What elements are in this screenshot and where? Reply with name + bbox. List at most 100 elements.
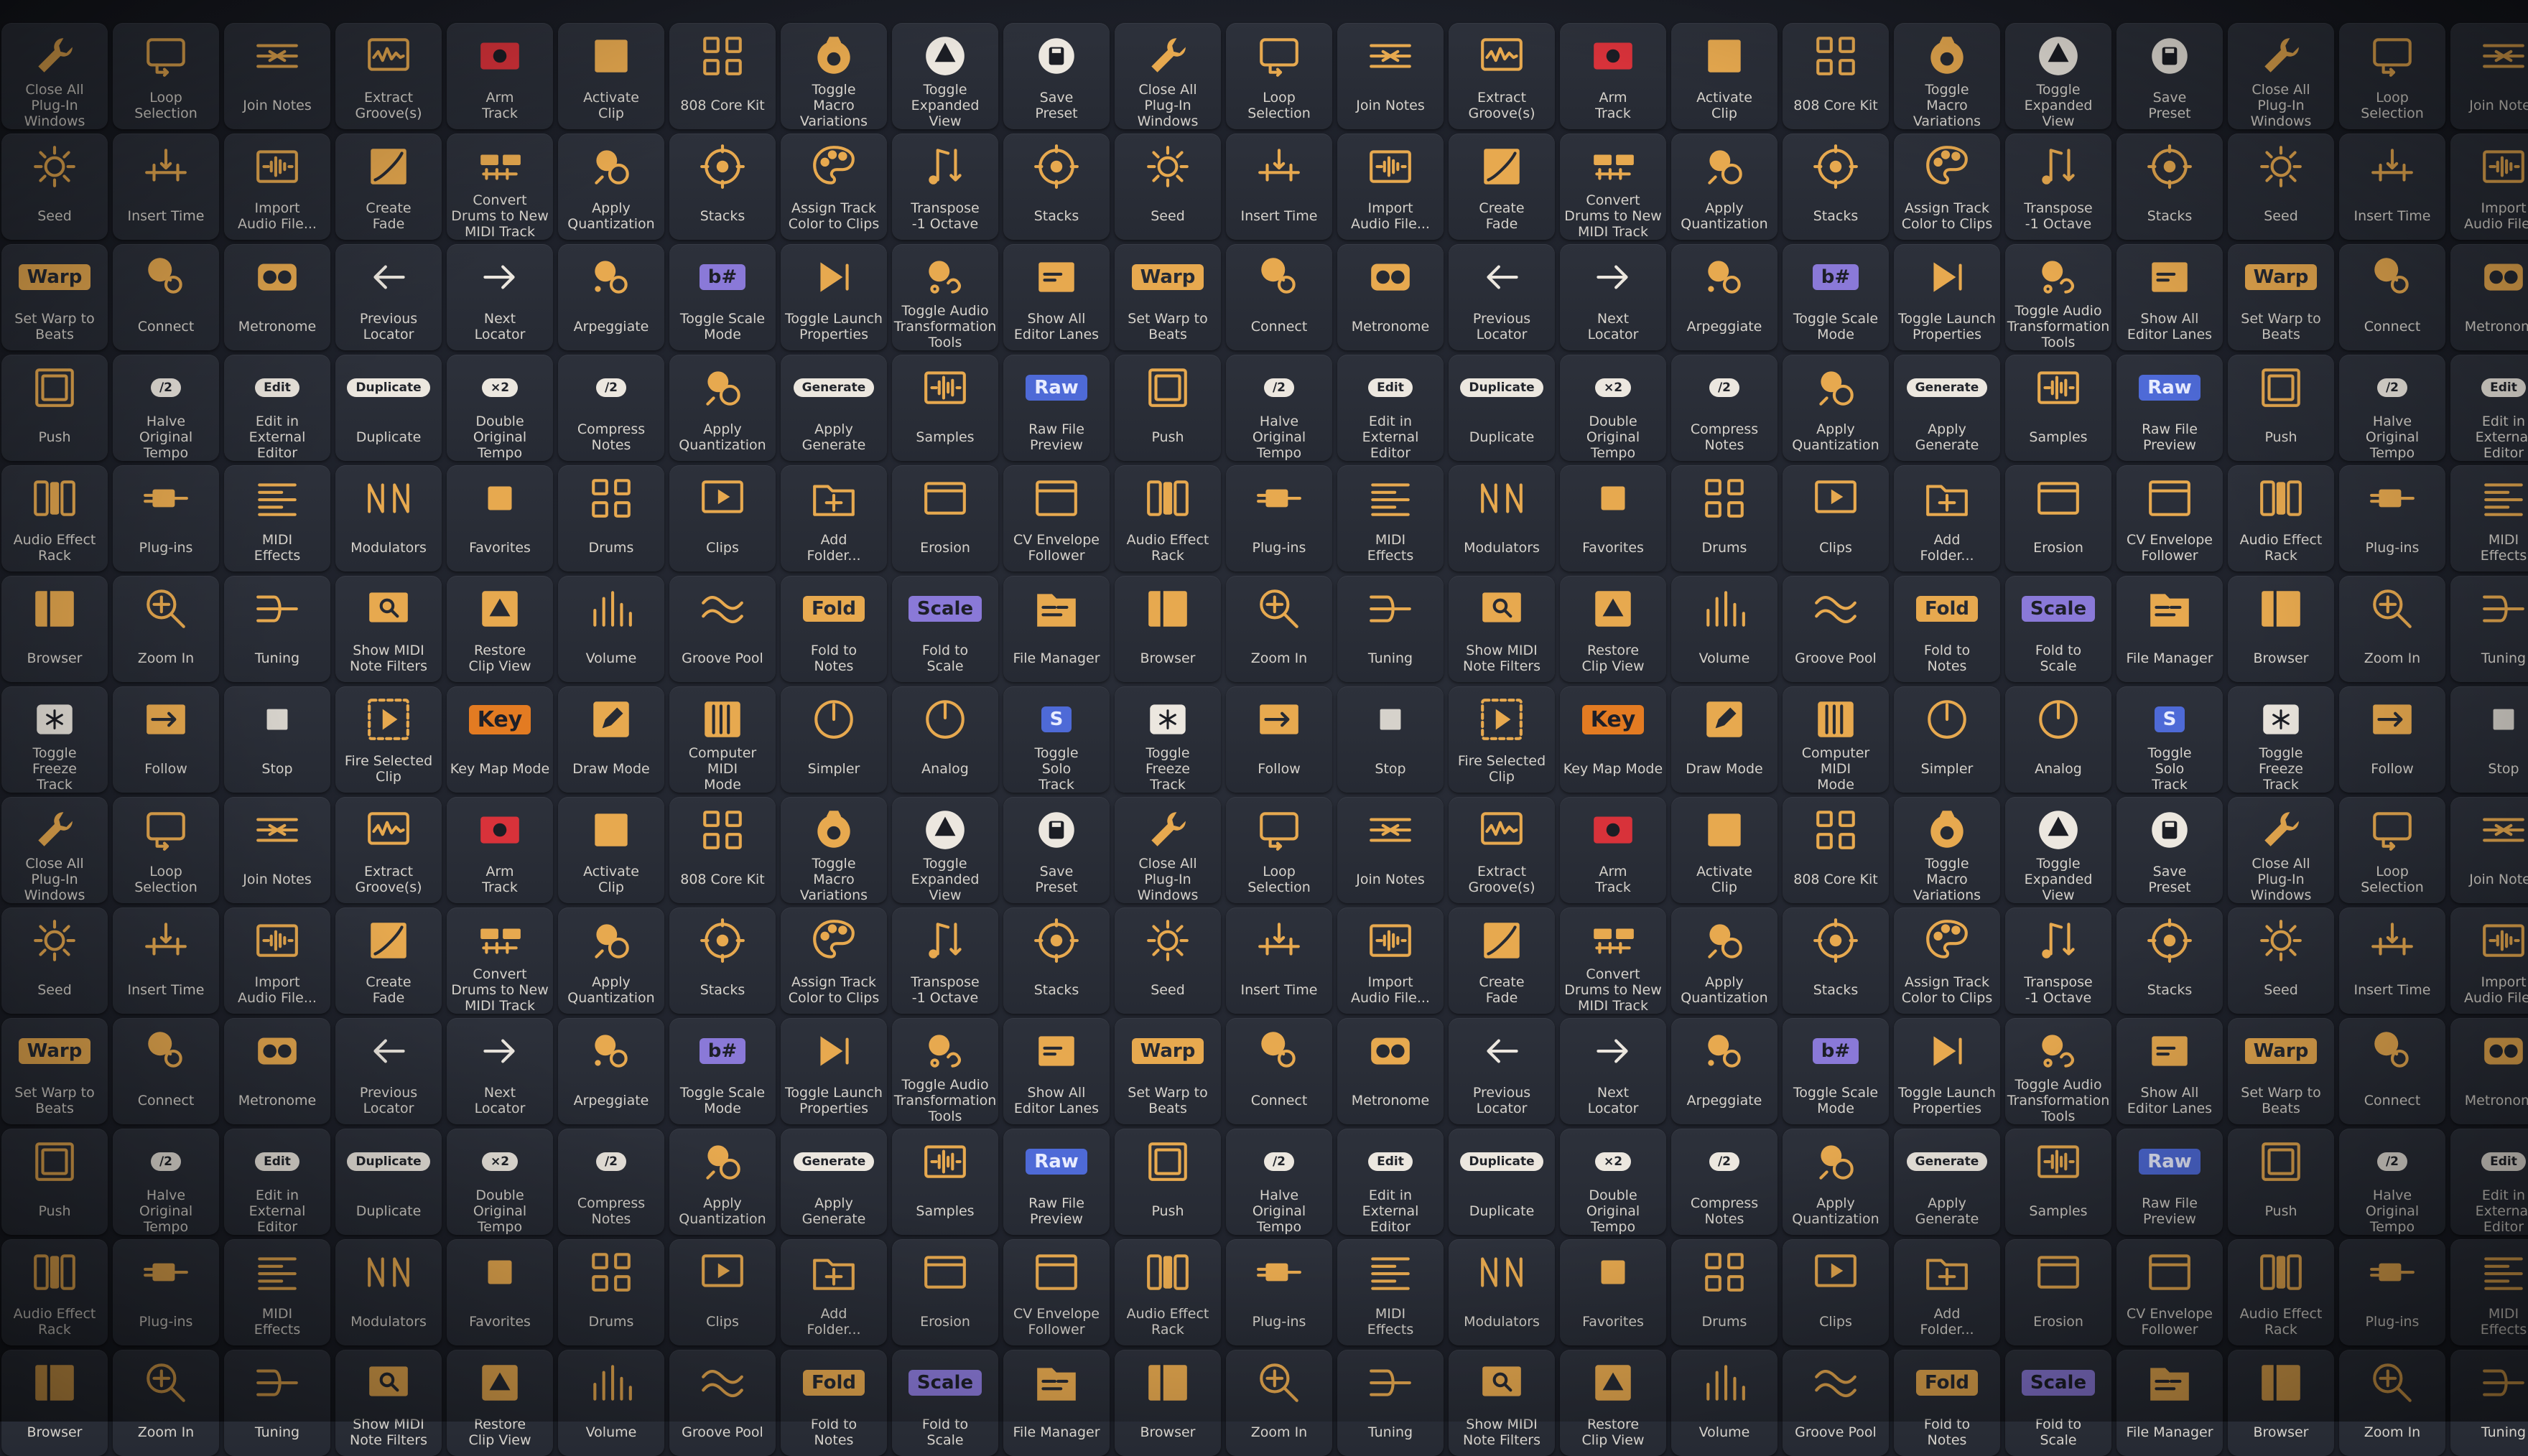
shortcut-tile[interactable]: Show MIDI Note Filters <box>1449 1350 1555 1456</box>
shortcut-tile[interactable]: Audio Effect Rack <box>2228 1239 2334 1345</box>
shortcut-tile[interactable]: Add Folder... <box>781 465 887 571</box>
shortcut-tile[interactable]: Samples <box>892 1129 998 1235</box>
shortcut-tile[interactable]: FoldFold to Notes <box>1894 576 2000 682</box>
shortcut-tile[interactable]: Insert Time <box>113 134 219 240</box>
shortcut-tile[interactable]: Apply Quantization <box>558 907 664 1014</box>
shortcut-tile[interactable]: Import Audio File... <box>224 134 330 240</box>
shortcut-tile[interactable]: CV Envelope Follower <box>2116 1239 2223 1345</box>
shortcut-tile[interactable]: EditEdit in External Editor <box>224 1129 330 1235</box>
shortcut-tile[interactable]: Connect <box>1226 1018 1332 1124</box>
shortcut-tile[interactable]: Audio Effect Rack <box>1115 465 1221 571</box>
shortcut-tile[interactable]: Create Fade <box>1449 134 1555 240</box>
shortcut-tile[interactable]: Next Locator <box>1560 1018 1666 1124</box>
shortcut-tile[interactable]: Drums <box>558 1239 664 1345</box>
shortcut-tile[interactable]: FoldFold to Notes <box>781 1350 887 1456</box>
shortcut-tile[interactable]: Analog <box>2005 686 2111 793</box>
shortcut-tile[interactable]: Show MIDI Note Filters <box>335 1350 442 1456</box>
shortcut-tile[interactable]: Next Locator <box>1560 244 1666 350</box>
shortcut-tile[interactable]: Metronome <box>2450 1018 2528 1124</box>
shortcut-tile[interactable]: Convert Drums to New MIDI Track <box>1560 907 1666 1014</box>
shortcut-tile[interactable]: Modulators <box>335 1239 442 1345</box>
shortcut-tile[interactable]: ×2Double Original Tempo <box>1560 1129 1666 1235</box>
shortcut-tile[interactable]: SToggle Solo Track <box>2116 686 2223 793</box>
shortcut-tile[interactable]: Import Audio File... <box>224 907 330 1014</box>
shortcut-tile[interactable]: EditEdit in External Editor <box>1337 1129 1444 1235</box>
shortcut-tile[interactable]: Audio Effect Rack <box>1 1239 108 1345</box>
shortcut-tile[interactable]: MIDI Effects <box>2450 465 2528 571</box>
shortcut-tile[interactable]: Volume <box>558 576 664 682</box>
shortcut-tile[interactable]: Apply Quantization <box>1783 1129 1889 1235</box>
shortcut-tile[interactable]: DuplicateDuplicate <box>1449 355 1555 461</box>
shortcut-tile[interactable]: Audio Effect Rack <box>2228 465 2334 571</box>
shortcut-tile[interactable]: Simpler <box>1894 686 2000 793</box>
shortcut-tile[interactable]: Stacks <box>1783 134 1889 240</box>
shortcut-tile[interactable]: Previous Locator <box>335 1018 442 1124</box>
shortcut-tile[interactable]: /2Halve Original Tempo <box>1226 1129 1332 1235</box>
shortcut-tile[interactable]: File Manager <box>2116 1350 2223 1456</box>
shortcut-tile[interactable]: Erosion <box>2005 1239 2111 1345</box>
shortcut-tile[interactable]: Follow <box>2339 686 2445 793</box>
shortcut-tile[interactable]: Fire Selected Clip <box>335 686 442 793</box>
shortcut-tile[interactable]: WarpSet Warp to Beats <box>2228 244 2334 350</box>
shortcut-tile[interactable]: b#Toggle Scale Mode <box>669 1018 776 1124</box>
shortcut-tile[interactable]: Seed <box>2228 134 2334 240</box>
shortcut-tile[interactable]: Arpeggiate <box>558 1018 664 1124</box>
shortcut-tile[interactable]: Loop Selection <box>1226 797 1332 903</box>
shortcut-tile[interactable]: Activate Clip <box>1671 797 1778 903</box>
shortcut-tile[interactable]: Fire Selected Clip <box>1449 686 1555 793</box>
shortcut-tile[interactable]: Arm Track <box>1560 23 1666 129</box>
shortcut-tile[interactable]: Favorites <box>447 1239 553 1345</box>
shortcut-tile[interactable]: Close All Plug-In Windows <box>1 23 108 129</box>
shortcut-tile[interactable]: Zoom In <box>2339 576 2445 682</box>
shortcut-tile[interactable]: Add Folder... <box>781 1239 887 1345</box>
shortcut-tile[interactable]: Create Fade <box>335 134 442 240</box>
shortcut-tile[interactable]: Browser <box>1 1350 108 1456</box>
shortcut-tile[interactable]: Zoom In <box>1226 1350 1332 1456</box>
shortcut-tile[interactable]: Stacks <box>1783 907 1889 1014</box>
shortcut-tile[interactable]: Close All Plug-In Windows <box>1115 797 1221 903</box>
shortcut-tile[interactable]: Toggle Audio Transformation Tools <box>892 244 998 350</box>
shortcut-tile[interactable]: Tuning <box>224 576 330 682</box>
shortcut-tile[interactable]: Arpeggiate <box>1671 244 1778 350</box>
shortcut-tile[interactable]: Toggle Macro Variations <box>781 23 887 129</box>
shortcut-tile[interactable]: Insert Time <box>2339 134 2445 240</box>
shortcut-tile[interactable]: Restore Clip View <box>447 576 553 682</box>
shortcut-tile[interactable]: Toggle Audio Transformation Tools <box>2005 244 2111 350</box>
shortcut-tile[interactable]: Samples <box>892 355 998 461</box>
shortcut-tile[interactable]: EditEdit in External Editor <box>2450 1129 2528 1235</box>
shortcut-tile[interactable]: Assign Track Color to Clips <box>1894 907 2000 1014</box>
shortcut-tile[interactable]: Import Audio File... <box>2450 134 2528 240</box>
shortcut-tile[interactable]: Assign Track Color to Clips <box>781 907 887 1014</box>
shortcut-tile[interactable]: Save Preset <box>2116 23 2223 129</box>
shortcut-tile[interactable]: Toggle Freeze Track <box>2228 686 2334 793</box>
shortcut-tile[interactable]: Browser <box>1115 1350 1221 1456</box>
shortcut-tile[interactable]: Browser <box>2228 1350 2334 1456</box>
shortcut-tile[interactable]: Import Audio File... <box>1337 134 1444 240</box>
shortcut-tile[interactable]: Transpose -1 Octave <box>2005 134 2111 240</box>
shortcut-tile[interactable]: DuplicateDuplicate <box>1449 1129 1555 1235</box>
shortcut-tile[interactable]: Draw Mode <box>558 686 664 793</box>
shortcut-tile[interactable]: Stop <box>224 686 330 793</box>
shortcut-tile[interactable]: Push <box>1 1129 108 1235</box>
shortcut-tile[interactable]: WarpSet Warp to Beats <box>1115 244 1221 350</box>
shortcut-tile[interactable]: ×2Double Original Tempo <box>1560 355 1666 461</box>
shortcut-tile[interactable]: Favorites <box>1560 1239 1666 1345</box>
shortcut-tile[interactable]: Zoom In <box>113 1350 219 1456</box>
shortcut-tile[interactable]: Toggle Macro Variations <box>1894 797 2000 903</box>
shortcut-tile[interactable]: ScaleFold to Scale <box>892 1350 998 1456</box>
shortcut-tile[interactable]: Follow <box>1226 686 1332 793</box>
shortcut-tile[interactable]: Activate Clip <box>558 797 664 903</box>
shortcut-tile[interactable]: Show All Editor Lanes <box>2116 244 2223 350</box>
shortcut-tile[interactable]: Apply Quantization <box>1671 907 1778 1014</box>
shortcut-tile[interactable]: /2Halve Original Tempo <box>2339 355 2445 461</box>
shortcut-tile[interactable]: Connect <box>113 1018 219 1124</box>
shortcut-tile[interactable]: Save Preset <box>1003 797 1110 903</box>
shortcut-tile[interactable]: Metronome <box>224 1018 330 1124</box>
shortcut-tile[interactable]: Zoom In <box>1226 576 1332 682</box>
shortcut-tile[interactable]: SToggle Solo Track <box>1003 686 1110 793</box>
shortcut-tile[interactable]: Plug-ins <box>113 1239 219 1345</box>
shortcut-tile[interactable]: Close All Plug-In Windows <box>2228 23 2334 129</box>
shortcut-tile[interactable]: Toggle Freeze Track <box>1115 686 1221 793</box>
shortcut-tile[interactable]: Arm Track <box>447 23 553 129</box>
shortcut-tile[interactable]: ×2Double Original Tempo <box>447 1129 553 1235</box>
